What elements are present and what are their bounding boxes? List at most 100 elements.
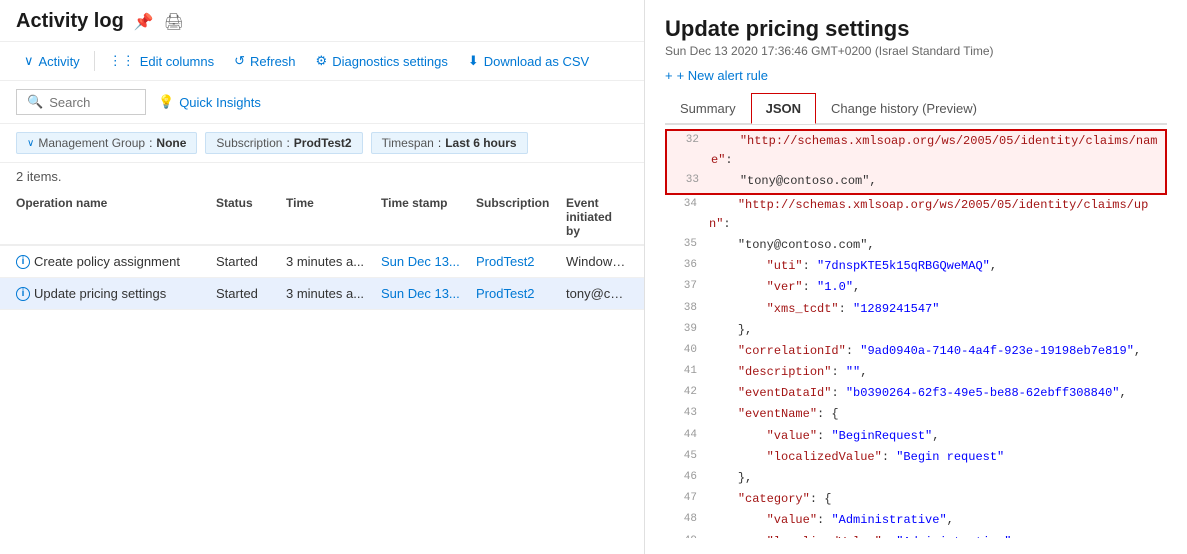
bulb-icon: 💡: [158, 94, 174, 110]
line-number: 38: [669, 300, 697, 318]
col-header-subscription: Subscription: [476, 196, 566, 238]
table-header: Operation name Status Time Time stamp Su…: [0, 190, 644, 246]
json-line: 39 },: [665, 320, 1167, 341]
tab-summary[interactable]: Summary: [665, 93, 751, 123]
json-line: 41 "description": "",: [665, 362, 1167, 383]
edit-columns-button[interactable]: ⋮⋮ Edit columns: [101, 48, 222, 74]
page-title: Activity log: [16, 10, 124, 33]
tab-json[interactable]: JSON: [751, 93, 816, 124]
refresh-icon: ↺: [234, 53, 245, 69]
line-number: 47: [669, 490, 697, 508]
line-number: 45: [669, 448, 697, 466]
timespan-filter[interactable]: Timespan : Last 6 hours: [371, 132, 528, 154]
plus-icon: +: [665, 68, 673, 83]
status-cell: Started: [216, 254, 286, 269]
columns-icon: ⋮⋮: [109, 53, 135, 69]
right-panel: Update pricing settings Sun Dec 13 2020 …: [645, 0, 1187, 554]
line-number: 35: [669, 236, 697, 254]
line-content: "localizedValue": "Begin request": [709, 448, 1163, 467]
search-input[interactable]: [49, 95, 139, 110]
col-header-status: Status: [216, 196, 286, 238]
table-row[interactable]: i Update pricing settings Started 3 minu…: [0, 278, 644, 310]
search-icon: 🔍: [27, 94, 43, 110]
settings-icon: ⚙: [316, 53, 328, 69]
line-content: "description": "",: [709, 363, 1163, 382]
refresh-button[interactable]: ↺ Refresh: [226, 48, 303, 74]
line-content: "correlationId": "9ad0940a-7140-4a4f-923…: [709, 342, 1163, 361]
page-header: Activity log 📌 🖨: [0, 0, 644, 42]
line-number: 48: [669, 511, 697, 529]
line-content: "value": "BeginRequest",: [709, 427, 1163, 446]
timestamp-cell[interactable]: Sun Dec 13...: [381, 286, 476, 301]
search-box[interactable]: 🔍: [16, 89, 146, 115]
json-line: 35 "tony@contoso.com",: [665, 235, 1167, 256]
pin-icon[interactable]: 📌: [134, 12, 154, 32]
new-alert-rule-button[interactable]: + + New alert rule: [665, 68, 1167, 83]
chevron-down-icon: ∨: [24, 53, 34, 69]
info-icon: i: [16, 287, 30, 301]
event-cell: Windows Azure Securi...: [566, 254, 628, 269]
subscription-cell[interactable]: ProdTest2: [476, 254, 566, 269]
quick-insights-button[interactable]: 💡 Quick Insights: [158, 94, 261, 110]
json-line: 49 "localizedValue": "Administrative": [665, 532, 1167, 538]
line-content: "localizedValue": "Administrative": [709, 533, 1163, 538]
json-line: 46 },: [665, 468, 1167, 489]
line-number: 39: [669, 321, 697, 339]
col-header-event: Event initiated by: [566, 196, 628, 238]
line-content: "http://schemas.xmlsoap.org/ws/2005/05/i…: [709, 196, 1163, 234]
line-content: "value": "Administrative",: [709, 511, 1163, 530]
line-number: 44: [669, 427, 697, 445]
subscription-cell[interactable]: ProdTest2: [476, 286, 566, 301]
op-cell: i Create policy assignment: [16, 254, 216, 269]
line-number: 33: [671, 172, 699, 190]
diagnostics-settings-button[interactable]: ⚙ Diagnostics settings: [308, 48, 456, 74]
line-content: "http://schemas.xmlsoap.org/ws/2005/05/i…: [711, 132, 1161, 170]
line-number: 41: [669, 363, 697, 381]
json-viewer[interactable]: 32 "http://schemas.xmlsoap.org/ws/2005/0…: [665, 124, 1167, 538]
line-number: 42: [669, 384, 697, 402]
detail-subtitle: Sun Dec 13 2020 17:36:46 GMT+0200 (Israe…: [665, 44, 1167, 58]
detail-tabs: Summary JSON Change history (Preview): [665, 93, 1167, 124]
print-icon[interactable]: 🖨: [164, 12, 184, 32]
items-count: 2 items.: [0, 163, 644, 190]
line-content: "tony@contoso.com",: [711, 172, 1161, 191]
management-group-filter[interactable]: ∨ Management Group : None: [16, 132, 197, 154]
json-line: 32 "http://schemas.xmlsoap.org/ws/2005/0…: [665, 129, 1167, 171]
json-line: 37 "ver": "1.0",: [665, 277, 1167, 298]
line-content: "ver": "1.0",: [709, 278, 1163, 297]
separator: [94, 51, 95, 71]
subscription-filter[interactable]: Subscription : ProdTest2: [205, 132, 362, 154]
download-csv-button[interactable]: ⬇ Download as CSV: [460, 48, 597, 74]
line-number: 43: [669, 405, 697, 423]
line-number: 46: [669, 469, 697, 487]
left-panel: Activity log 📌 🖨 ∨ Activity ⋮⋮ Edit colu…: [0, 0, 645, 554]
col-header-operation: Operation name: [16, 196, 216, 238]
json-line: 40 "correlationId": "9ad0940a-7140-4a4f-…: [665, 341, 1167, 362]
line-content: },: [709, 469, 1163, 488]
event-cell: tony@contoso.com: [566, 286, 628, 301]
tab-change-history[interactable]: Change history (Preview): [816, 93, 992, 123]
json-line: 45 "localizedValue": "Begin request": [665, 447, 1167, 468]
json-line: 34 "http://schemas.xmlsoap.org/ws/2005/0…: [665, 195, 1167, 235]
time-cell: 3 minutes a...: [286, 286, 381, 301]
json-line: 48 "value": "Administrative",: [665, 510, 1167, 531]
table-row[interactable]: i Create policy assignment Started 3 min…: [0, 246, 644, 278]
info-icon: i: [16, 255, 30, 269]
line-content: "category": {: [709, 490, 1163, 509]
activity-button[interactable]: ∨ Activity: [16, 48, 88, 74]
line-content: },: [709, 321, 1163, 340]
activity-table: Operation name Status Time Time stamp Su…: [0, 190, 644, 310]
json-line: 36 "uti": "7dnspKTE5k15qRBGQweMAQ",: [665, 256, 1167, 277]
line-content: "tony@contoso.com",: [709, 236, 1163, 255]
json-line: 42 "eventDataId": "b0390264-62f3-49e5-be…: [665, 383, 1167, 404]
json-line: 43 "eventName": {: [665, 404, 1167, 425]
timestamp-cell[interactable]: Sun Dec 13...: [381, 254, 476, 269]
col-header-timestamp: Time stamp: [381, 196, 476, 238]
search-bar: 🔍 💡 Quick Insights: [0, 81, 644, 124]
status-cell: Started: [216, 286, 286, 301]
line-number: 49: [669, 533, 697, 538]
line-content: "eventDataId": "b0390264-62f3-49e5-be88-…: [709, 384, 1163, 403]
line-number: 36: [669, 257, 697, 275]
line-content: "eventName": {: [709, 405, 1163, 424]
line-number: 40: [669, 342, 697, 360]
